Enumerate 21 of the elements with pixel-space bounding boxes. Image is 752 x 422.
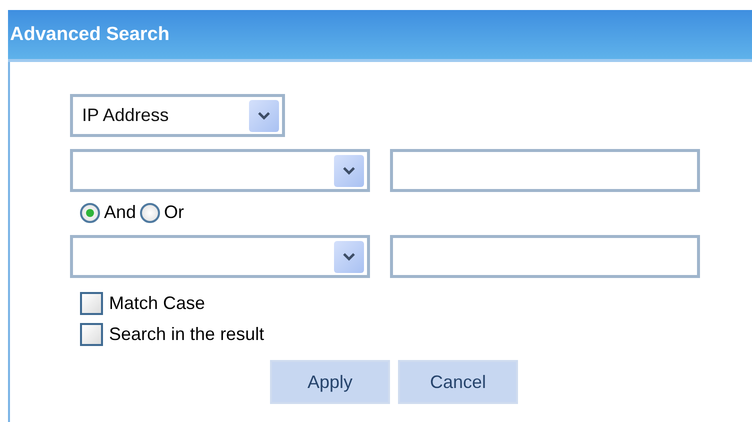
checkbox-label: Search in the result bbox=[109, 324, 264, 345]
radio-button[interactable] bbox=[80, 202, 100, 222]
checkbox-label: Match Case bbox=[109, 293, 206, 314]
action-button[interactable]: Apply bbox=[270, 360, 390, 404]
select-value: IP Address bbox=[82, 105, 169, 126]
dropdown-button[interactable] bbox=[249, 100, 279, 132]
chevron-icon bbox=[343, 166, 355, 174]
radio-label: And bbox=[104, 202, 136, 223]
radio-button[interactable] bbox=[140, 202, 160, 222]
radio-label: Or bbox=[164, 202, 184, 223]
action-button[interactable]: Cancel bbox=[398, 360, 518, 404]
window-title: Advanced Search bbox=[8, 10, 752, 62]
chevron-icon bbox=[258, 112, 270, 120]
value-field[interactable] bbox=[390, 149, 700, 192]
dropdown-button[interactable] bbox=[334, 154, 364, 186]
chevron-icon bbox=[343, 252, 355, 260]
value-field[interactable] bbox=[390, 235, 700, 278]
checkbox[interactable] bbox=[80, 292, 103, 315]
dropdown-button[interactable] bbox=[334, 240, 364, 272]
field-select[interactable]: IP Address bbox=[70, 94, 285, 137]
checkbox[interactable] bbox=[80, 323, 103, 346]
